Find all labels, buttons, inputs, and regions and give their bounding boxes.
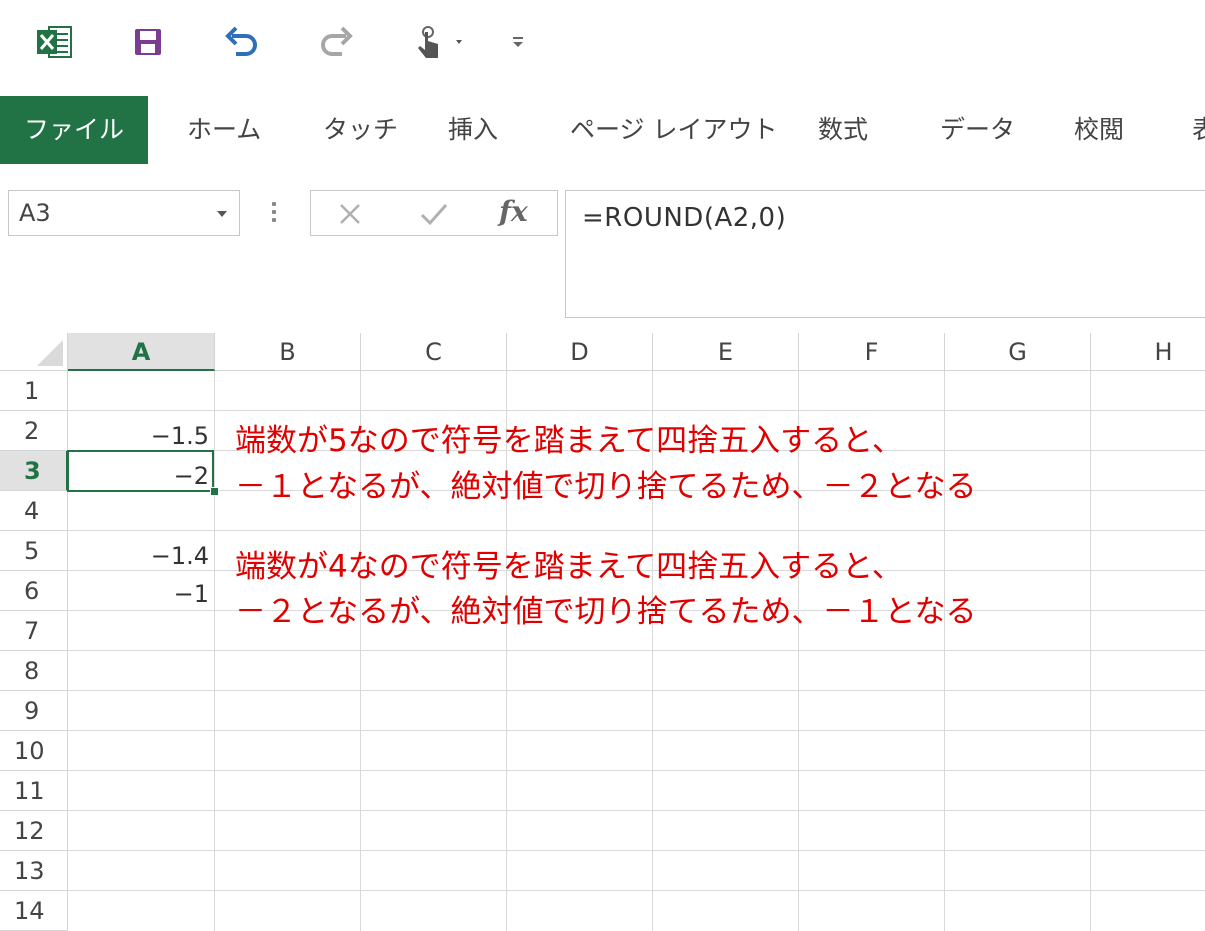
tab-file[interactable]: ファイル — [0, 96, 148, 164]
touch-mode-icon[interactable] — [410, 22, 470, 62]
row-header-12[interactable]: 12 — [0, 811, 68, 851]
worksheet-grid: A B C D E F G H 1 2 3 4 5 6 7 8 9 10 11 … — [0, 333, 1205, 931]
column-header-f[interactable]: F — [799, 333, 945, 371]
redo-icon[interactable] — [316, 22, 356, 62]
row-header-13[interactable]: 13 — [0, 851, 68, 891]
row-header-9[interactable]: 9 — [0, 691, 68, 731]
cancel-icon[interactable] — [337, 201, 363, 231]
excel-icon[interactable] — [32, 22, 76, 62]
ribbon-tabs: ファイル ホーム タッチ 挿入 ページ レイアウト 数式 データ 校閲 表 — [0, 96, 1205, 164]
column-header-d[interactable]: D — [507, 333, 653, 371]
row-header-2[interactable]: 2 — [0, 411, 68, 451]
column-header-h[interactable]: H — [1091, 333, 1205, 371]
formula-text: =ROUND(A2,0) — [582, 203, 787, 233]
column-header-b[interactable]: B — [215, 333, 361, 371]
annotation-line-2: －１となるが、絶対値で切り捨てるため、－２となる — [235, 469, 977, 505]
tab-data[interactable]: データ — [940, 96, 1015, 164]
row-header-5[interactable]: 5 — [0, 531, 68, 571]
cell-a2[interactable]: −1.5 — [68, 422, 209, 450]
tab-formulas[interactable]: 数式 — [818, 96, 868, 164]
save-icon[interactable] — [128, 22, 168, 62]
formula-bar-resize-handle[interactable] — [271, 200, 277, 224]
annotation-line-1: 端数が5なので符号を踏まえて四捨五入すると、 — [235, 423, 903, 459]
row-header-10[interactable]: 10 — [0, 731, 68, 771]
undo-icon[interactable] — [222, 22, 262, 62]
tab-home[interactable]: ホーム — [187, 96, 261, 164]
formula-bar-buttons: fx — [310, 190, 558, 236]
enter-check-icon[interactable] — [419, 201, 449, 231]
row-header-6[interactable]: 6 — [0, 571, 68, 611]
select-all-button[interactable] — [0, 333, 68, 371]
quick-access-toolbar — [0, 0, 1205, 90]
column-header-a[interactable]: A — [68, 333, 215, 371]
row-header-14[interactable]: 14 — [0, 891, 68, 931]
row-header-1[interactable]: 1 — [0, 371, 68, 411]
active-cell-selection[interactable] — [67, 450, 214, 492]
name-box-value: A3 — [19, 199, 51, 227]
tab-touch[interactable]: タッチ — [323, 96, 398, 164]
column-header-e[interactable]: E — [653, 333, 799, 371]
annotation-line-3: 端数が4なので符号を踏まえて四捨五入すると、 — [235, 549, 903, 585]
chevron-down-icon[interactable] — [217, 211, 227, 217]
tab-review[interactable]: 校閲 — [1074, 96, 1124, 164]
tab-view[interactable]: 表 — [1192, 96, 1205, 164]
cell-a5[interactable]: −1.4 — [68, 542, 209, 570]
row-header-3[interactable]: 3 — [0, 451, 68, 491]
name-box[interactable]: A3 — [8, 190, 240, 236]
column-header-g[interactable]: G — [945, 333, 1091, 371]
fill-handle[interactable] — [210, 487, 219, 496]
tab-page-layout[interactable]: ページ レイアウト — [570, 96, 777, 164]
row-header-4[interactable]: 4 — [0, 491, 68, 531]
row-header-11[interactable]: 11 — [0, 771, 68, 811]
formula-input[interactable]: =ROUND(A2,0) — [565, 190, 1205, 318]
cell-a6[interactable]: −1 — [68, 580, 209, 608]
tab-insert[interactable]: 挿入 — [448, 96, 498, 164]
customize-qat-icon[interactable] — [506, 22, 530, 62]
row-header-7[interactable]: 7 — [0, 611, 68, 651]
annotation-line-4: －２となるが、絶対値で切り捨てるため、－１となる — [235, 594, 977, 630]
row-header-8[interactable]: 8 — [0, 651, 68, 691]
column-header-c[interactable]: C — [361, 333, 507, 371]
insert-function-button[interactable]: fx — [499, 195, 528, 228]
